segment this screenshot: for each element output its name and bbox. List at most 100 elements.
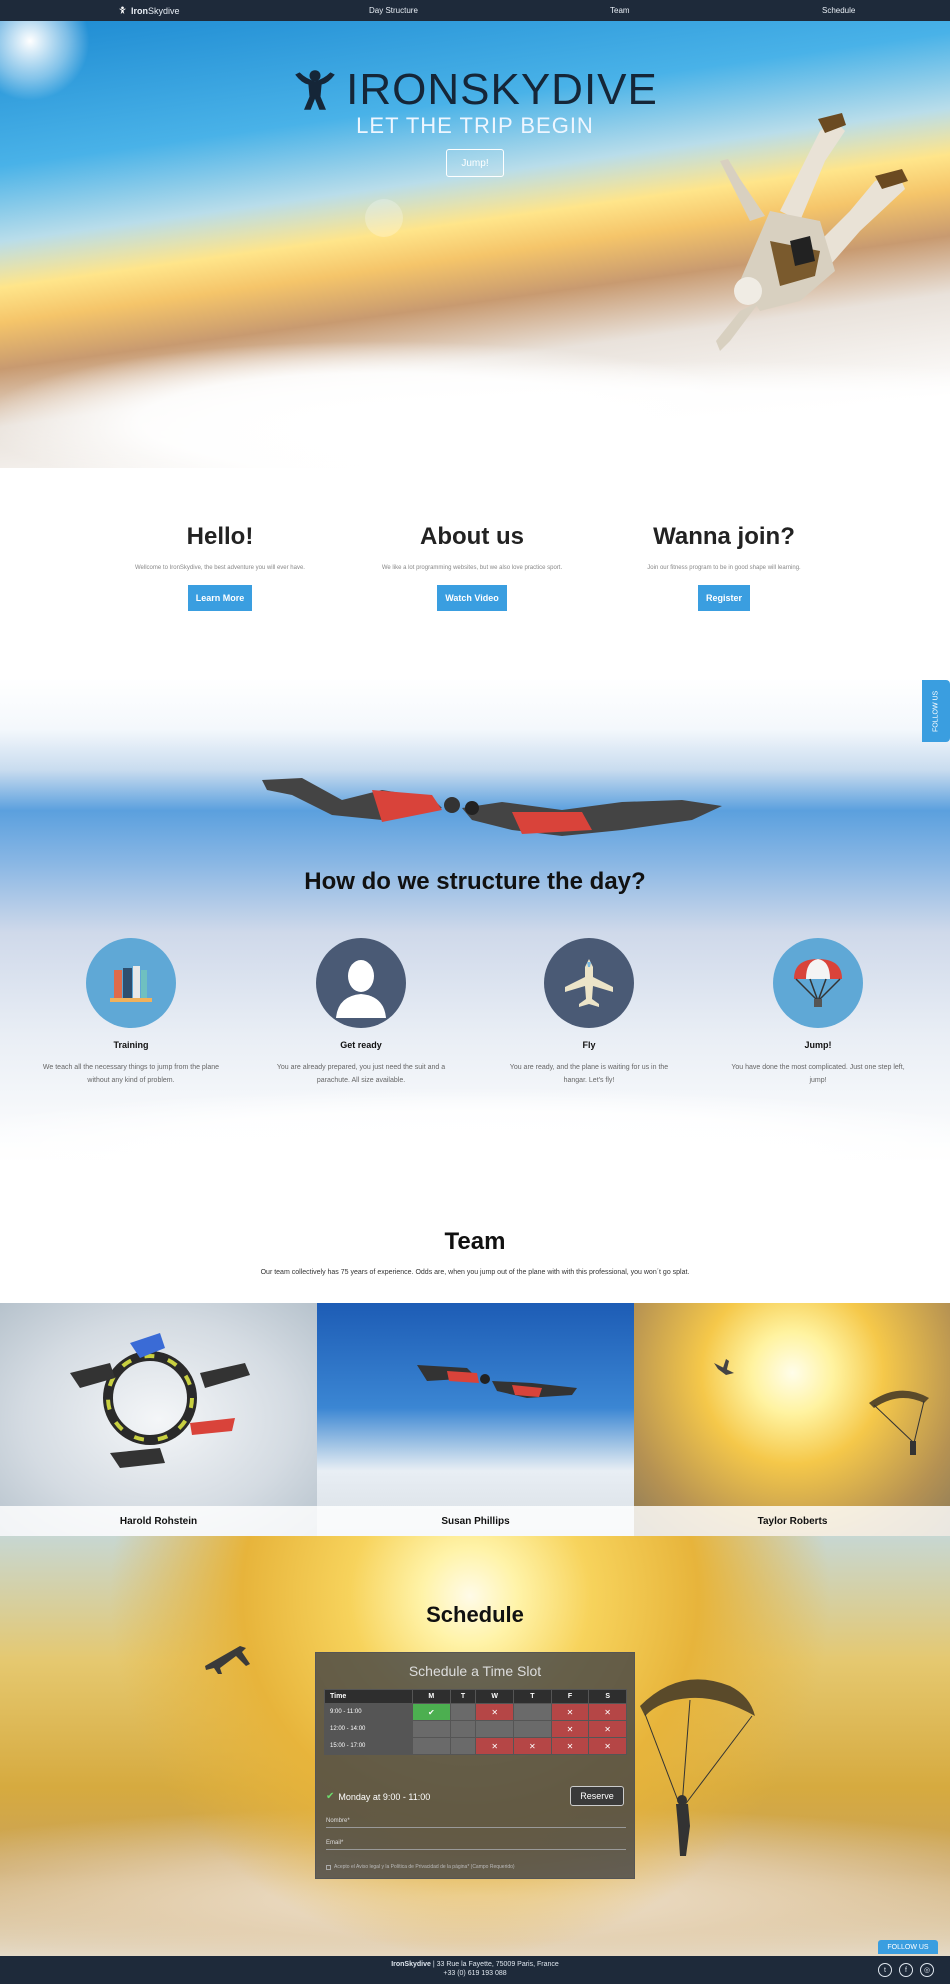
slot-unavailable-cell[interactable]: ✕ <box>475 1703 515 1721</box>
plane-silhouette <box>205 1646 250 1674</box>
social-links: t f ◎ <box>878 1963 934 1977</box>
selected-slot-text: Monday at 9:00 - 11:00 <box>338 1791 431 1802</box>
step-training: Training We teach all the necessary thin… <box>31 938 231 1087</box>
person-icon <box>316 938 406 1028</box>
slot-available-cell[interactable] <box>412 1737 451 1755</box>
schedule-section: Schedule Schedule a Time Slot Time M T W… <box>0 1536 950 1956</box>
learn-more-button[interactable]: Learn More <box>187 585 253 611</box>
intro-text: Join our fitness program to be in good s… <box>647 565 801 571</box>
footer-address: IronSkydive | 33 Rue la Fayette, 75009 P… <box>0 1960 950 1979</box>
instagram-icon[interactable]: ◎ <box>920 1963 934 1977</box>
slot-available-cell[interactable] <box>449 1703 477 1721</box>
team-member-card[interactable]: Susan Phillips <box>317 1303 634 1536</box>
intro-title: About us <box>420 523 524 550</box>
day-structure-section: How do we structure the day? Training We… <box>0 678 950 1188</box>
brand-name-rest: Skydive <box>148 5 180 16</box>
team-description: Our team collectively has 75 years of ex… <box>260 1269 690 1276</box>
slot-available-cell[interactable] <box>513 1703 552 1721</box>
jump-button[interactable]: Jump! <box>446 149 504 177</box>
timeslot-row: 9:00 - 11:00 ✔ ✕ ✕ ✕ <box>324 1703 627 1721</box>
step-jump: Jump! You have done the most complicated… <box>718 938 918 1087</box>
slot-unavailable-cell[interactable]: ✕ <box>550 1703 590 1721</box>
step-get-ready: Get ready You are already prepared, you … <box>261 938 461 1087</box>
tandem-photo <box>417 1365 577 1398</box>
intro-text: Wellcome to IronSkydive, the best advent… <box>135 565 305 571</box>
formation-divers-image <box>262 778 722 836</box>
team-member-card[interactable]: Harold Rohstein <box>0 1303 317 1536</box>
watch-video-button[interactable]: Watch Video <box>437 585 507 611</box>
timeslot-table: Time M T W T F S 9:00 - 11:00 ✔ ✕ ✕ ✕ 12:00 -… <box>324 1689 627 1755</box>
step-title: Jump! <box>804 1040 832 1050</box>
nav-link-day-structure[interactable]: Day Structure <box>369 6 418 15</box>
slot-available-cell[interactable] <box>513 1720 552 1738</box>
column-header: F <box>550 1689 590 1704</box>
name-field[interactable]: Nombre* <box>326 1818 626 1828</box>
timeslot-time: 15:00 - 17:00 <box>324 1737 413 1755</box>
slot-available-cell[interactable] <box>475 1720 515 1738</box>
intro-column-hello: Hello! Wellcome to IronSkydive, the best… <box>120 523 320 611</box>
panel-title: Schedule a Time Slot <box>408 1663 542 1679</box>
legal-text: Acepto el Aviso legal y la Política de P… <box>334 1864 515 1870</box>
column-header: W <box>475 1689 515 1704</box>
slot-available-cell[interactable] <box>449 1737 477 1755</box>
team-member-name: Taylor Roberts <box>634 1506 950 1536</box>
lens-flare <box>365 199 403 237</box>
hero-title: IRONSKYDIVE <box>346 65 658 114</box>
slot-unavailable-cell[interactable]: ✕ <box>475 1737 515 1755</box>
slot-unavailable-cell[interactable]: ✕ <box>550 1720 590 1738</box>
step-text: We teach all the necessary things to jum… <box>42 1064 220 1084</box>
slot-available-cell[interactable] <box>449 1720 477 1738</box>
legal-checkbox[interactable] <box>326 1864 331 1870</box>
team-section: Team Our team collectively has 75 years … <box>0 1188 950 1536</box>
follow-us-side-tab[interactable]: FOLLOW US <box>922 680 950 742</box>
team-title: Team <box>444 1228 506 1255</box>
hero-section: IRONSKYDIVE LET THE TRIP BEGIN Jump! <box>0 21 950 468</box>
facebook-icon[interactable]: f <box>899 1963 913 1977</box>
team-member-name: Harold Rohstein <box>0 1506 317 1536</box>
intro-section: Hello! Wellcome to IronSkydive, the best… <box>0 468 950 678</box>
slot-unavailable-cell[interactable]: ✕ <box>588 1720 627 1738</box>
register-button[interactable]: Register <box>697 585 750 611</box>
slot-available-cell[interactable] <box>412 1720 451 1738</box>
team-member-card[interactable]: Taylor Roberts <box>634 1303 950 1536</box>
step-fly: Fly You are ready, and the plane is wait… <box>489 938 689 1087</box>
selected-slot: ✔ Monday at 9:00 - 11:00 <box>326 1791 430 1802</box>
timeslot-time: 12:00 - 14:00 <box>324 1720 413 1738</box>
footer: IronSkydive | 33 Rue la Fayette, 75009 P… <box>0 1956 950 1984</box>
top-navbar: IronSkydive Day Structure Team Schedule <box>0 0 950 21</box>
slot-unavailable-cell[interactable]: ✕ <box>550 1737 590 1755</box>
twitter-icon[interactable]: t <box>878 1963 892 1977</box>
footer-address-text: | 33 Rue la Fayette, 75009 Paris, France <box>430 1961 559 1968</box>
books-icon <box>86 938 176 1028</box>
team-member-name: Susan Phillips <box>317 1506 634 1536</box>
legal-consent[interactable]: Acepto el Aviso legal y la Política de P… <box>326 1864 515 1870</box>
parachute-icon <box>773 938 863 1028</box>
step-text: You are already prepared, you just need … <box>276 1064 446 1084</box>
skydiver-logo-icon <box>118 6 127 15</box>
step-title: Get ready <box>340 1040 382 1050</box>
reserve-button[interactable]: Reserve <box>570 1786 624 1806</box>
intro-column-about: About us We like a lot programming websi… <box>372 523 572 611</box>
intro-text: We like a lot programming websites, but … <box>381 565 563 571</box>
brand-logo[interactable]: IronSkydive <box>118 6 180 16</box>
follow-us-bottom-tab[interactable]: FOLLOW US <box>878 1940 938 1954</box>
parachutist-silhouette <box>640 1679 755 1856</box>
timeslot-row: 15:00 - 17:00 ✕ ✕ ✕ ✕ <box>324 1737 627 1755</box>
intro-title: Hello! <box>186 523 254 550</box>
footer-phone: +33 (0) 619 193 088 <box>443 1970 507 1978</box>
nav-link-schedule[interactable]: Schedule <box>822 6 855 15</box>
slot-unavailable-cell[interactable]: ✕ <box>588 1703 627 1721</box>
schedule-title: Schedule <box>426 1602 524 1627</box>
skydiver-image <box>716 113 908 351</box>
nav-link-team[interactable]: Team <box>610 6 630 15</box>
slot-unavailable-cell[interactable]: ✕ <box>513 1737 552 1755</box>
step-text: You have done the most complicated. Just… <box>731 1064 905 1084</box>
step-title: Training <box>113 1040 149 1050</box>
column-header: M <box>412 1689 451 1704</box>
plane-icon <box>544 938 634 1028</box>
email-field[interactable]: Email* <box>326 1840 626 1850</box>
timeslot-time: 9:00 - 11:00 <box>324 1703 413 1721</box>
slot-unavailable-cell[interactable]: ✕ <box>588 1737 627 1755</box>
slot-selected-cell[interactable]: ✔ <box>412 1703 451 1721</box>
intro-column-join: Wanna join? Join our fitness program to … <box>624 523 824 611</box>
